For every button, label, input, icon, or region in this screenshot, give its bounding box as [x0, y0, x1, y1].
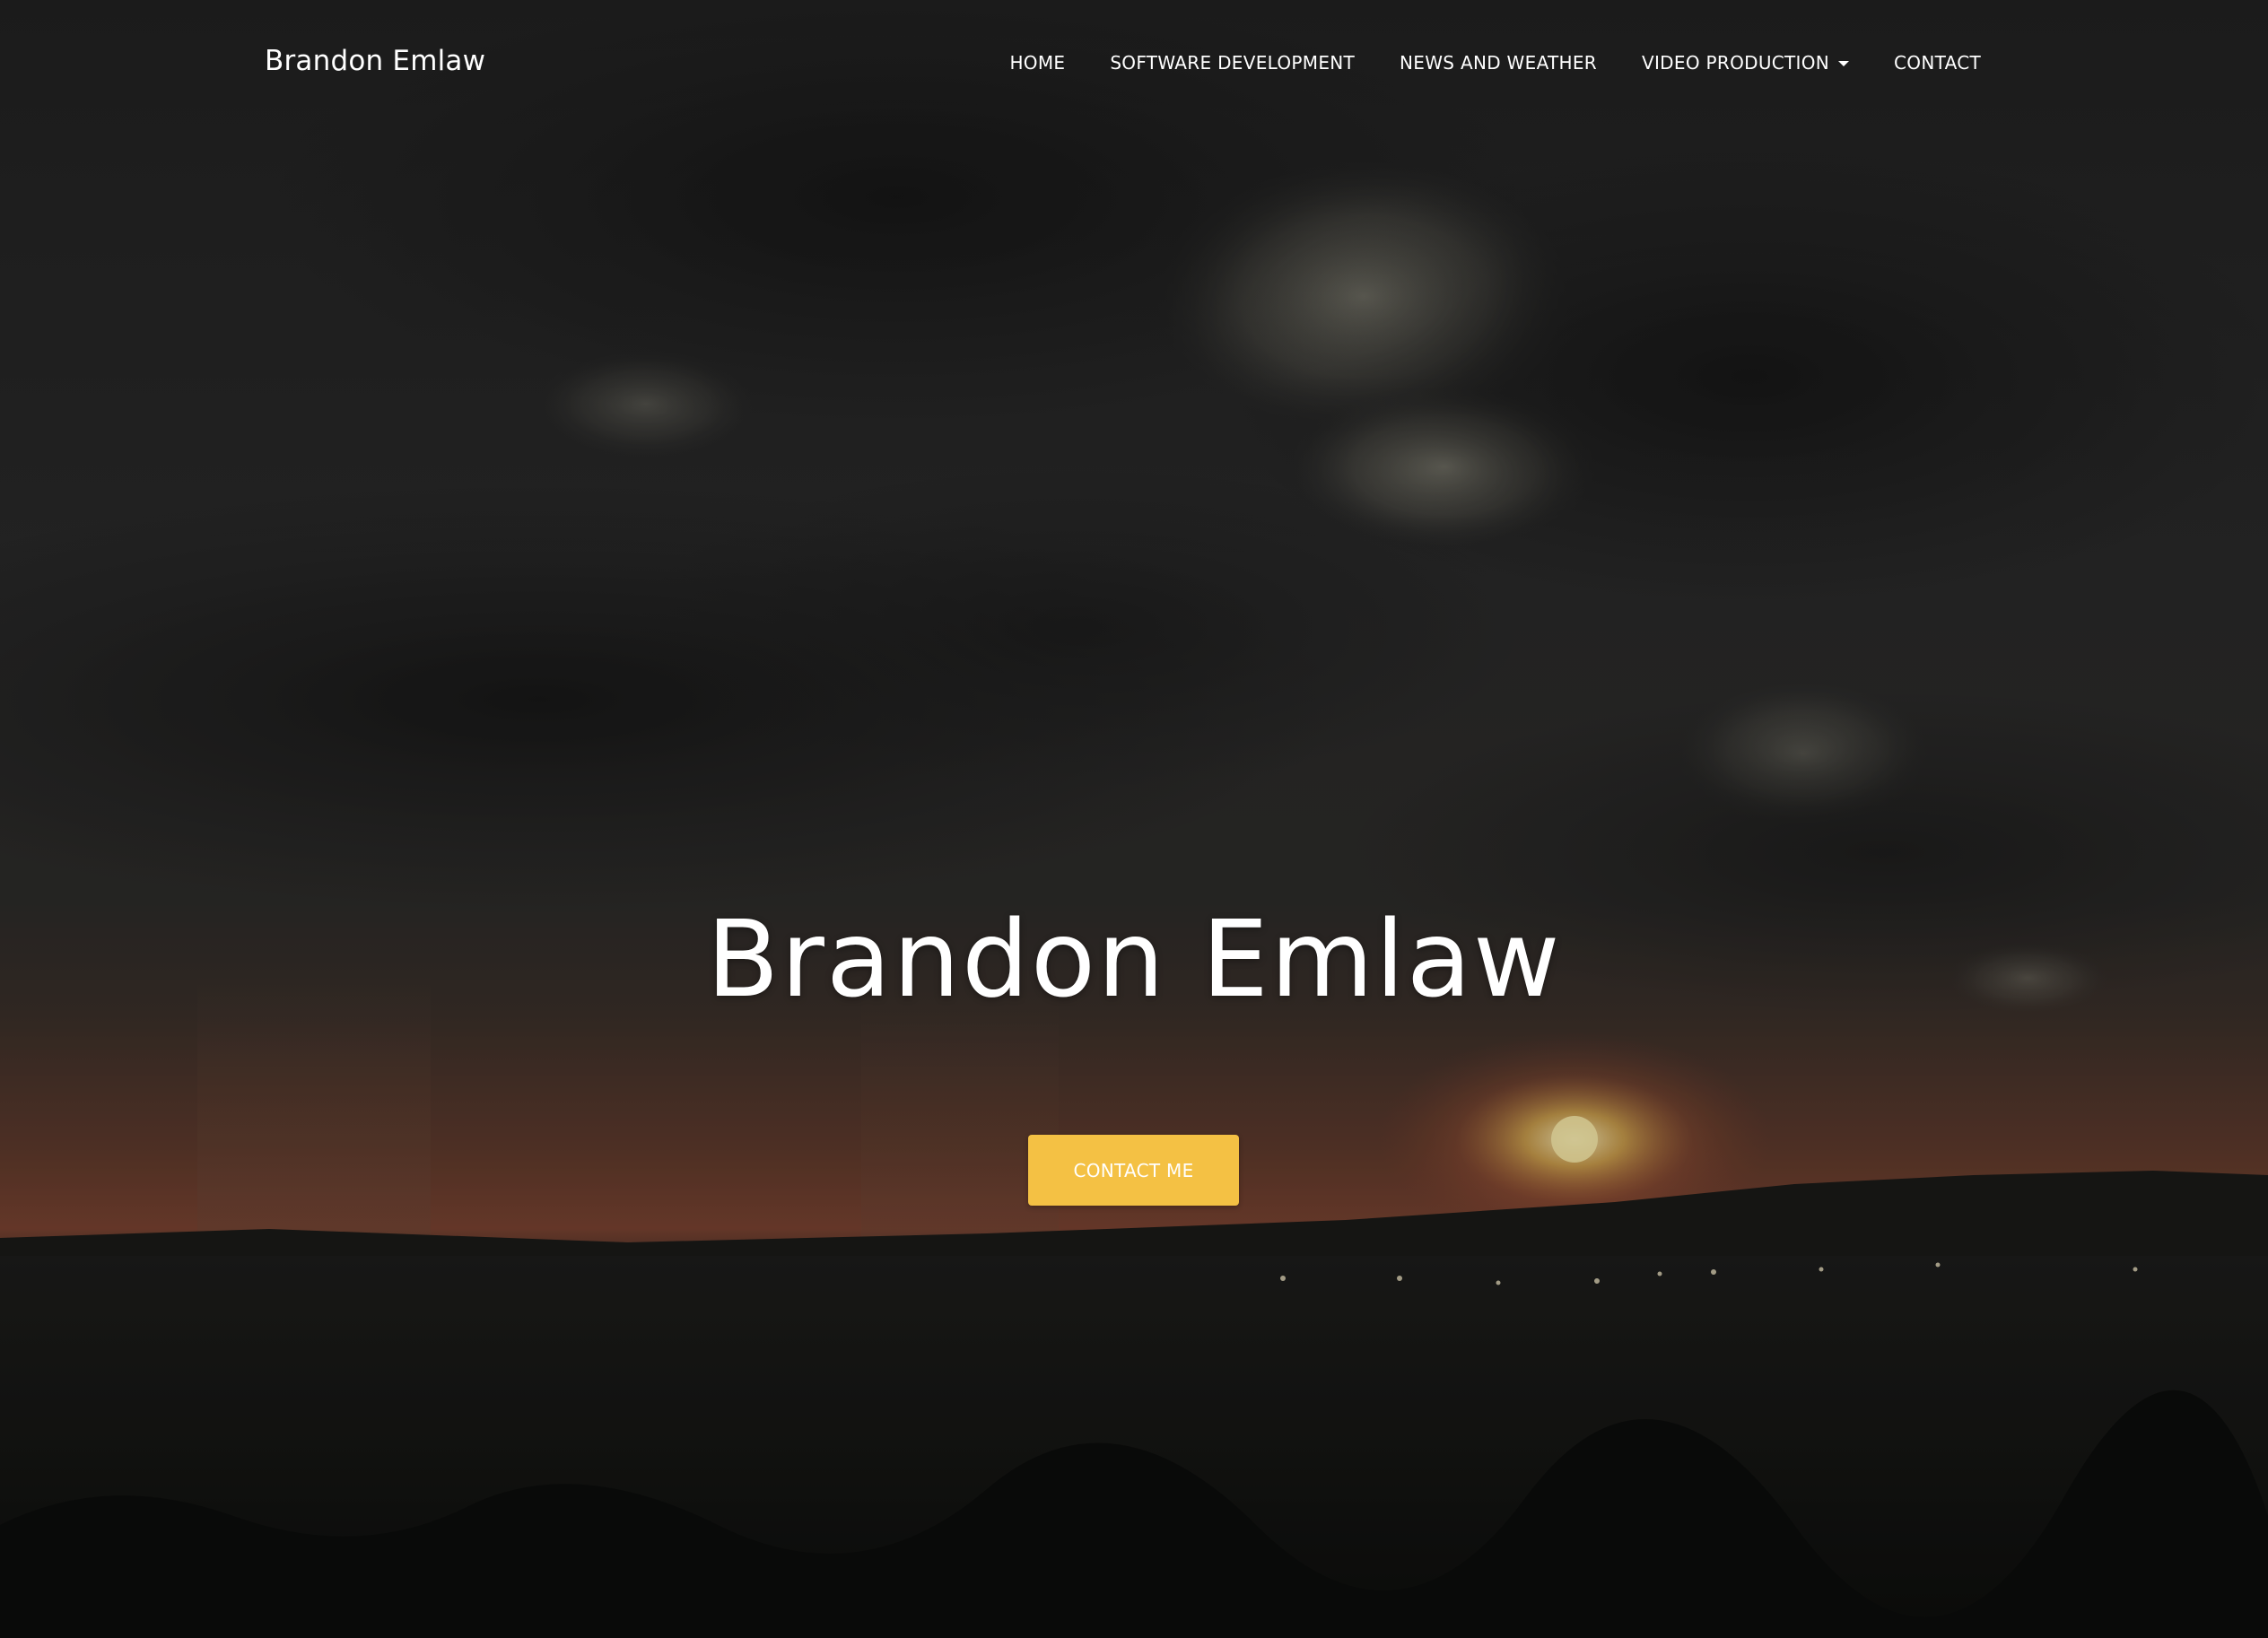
contact-me-button[interactable]: CONTACT ME [1028, 1135, 1239, 1206]
nav-item-home[interactable]: HOME [987, 52, 1087, 74]
page: Brandon Emlaw HOME SOFTWARE DEVELOPMENT … [0, 0, 2268, 1638]
nav-item-contact[interactable]: CONTACT [1871, 52, 1981, 74]
nav-item-news-and-weather[interactable]: NEWS AND WEATHER [1377, 52, 1619, 74]
nav-item-label: HOME [1009, 52, 1066, 74]
top-navbar: Brandon Emlaw HOME SOFTWARE DEVELOPMENT … [0, 0, 2268, 131]
hero-overlay [0, 0, 2268, 1638]
nav-item-label: VIDEO PRODUCTION [1642, 52, 1830, 74]
brand-link[interactable]: Brandon Emlaw [265, 45, 485, 77]
nav-item-software-development[interactable]: SOFTWARE DEVELOPMENT [1087, 52, 1377, 74]
caret-down-icon [1838, 61, 1850, 66]
hero-title: Brandon Emlaw [706, 897, 1562, 1021]
nav-item-label: NEWS AND WEATHER [1400, 52, 1597, 74]
nav-item-label: SOFTWARE DEVELOPMENT [1110, 52, 1356, 74]
nav-item-video-production-dropdown[interactable]: VIDEO PRODUCTION [1619, 52, 1871, 74]
nav-item-label: CONTACT [1894, 52, 1981, 74]
nav-menu: HOME SOFTWARE DEVELOPMENT NEWS AND WEATH… [987, 52, 1981, 74]
